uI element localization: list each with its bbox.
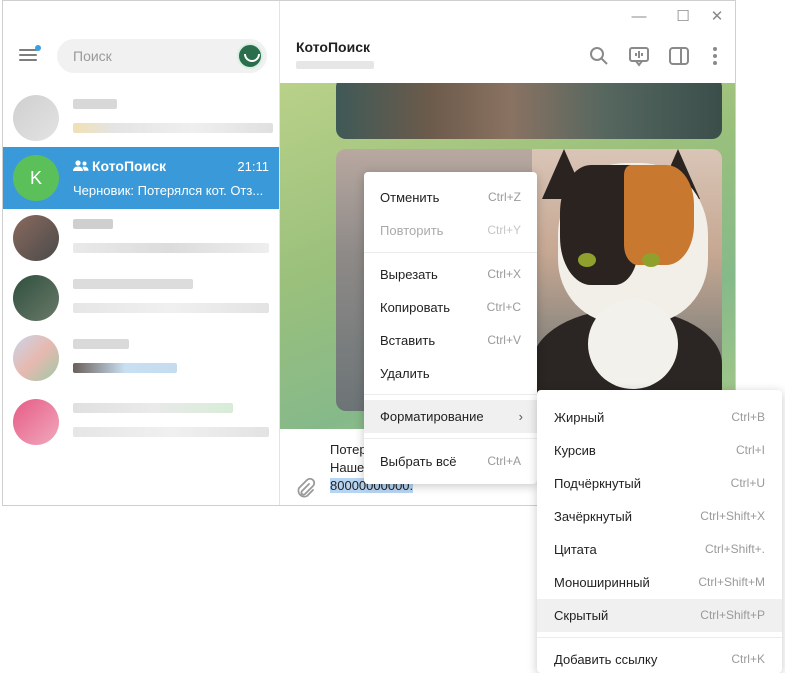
blurred-name <box>73 339 129 349</box>
menu-item-formatting[interactable]: Форматирование › <box>364 400 537 433</box>
menu-item-copy[interactable]: Копировать Ctrl+C <box>364 291 537 324</box>
maximize-button[interactable]: ☐ <box>673 7 693 27</box>
blurred-preview <box>73 303 269 313</box>
blurred-preview <box>73 427 269 437</box>
chat-time: 21:11 <box>237 159 269 174</box>
blurred-name <box>73 279 193 289</box>
format-underline[interactable]: Подчёркнутый Ctrl+U <box>537 467 782 500</box>
menu-item-undo[interactable]: Отменить Ctrl+Z <box>364 181 537 214</box>
chat-name: КотоПоиск <box>92 158 166 174</box>
close-button[interactable]: ✕ <box>707 7 727 27</box>
menu-separator <box>364 252 537 253</box>
menu-separator <box>364 394 537 395</box>
avatar <box>13 335 59 381</box>
search-input[interactable]: Поиск <box>57 39 267 73</box>
format-add-link[interactable]: Добавить ссылку Ctrl+K <box>537 643 782 673</box>
minimize-button[interactable]: — <box>629 7 649 27</box>
blurred-preview <box>73 363 177 373</box>
menu-item-cut[interactable]: Вырезать Ctrl+X <box>364 258 537 291</box>
chat-row[interactable] <box>3 267 279 329</box>
menu-item-select-all[interactable]: Выбрать всё Ctrl+A <box>364 445 537 478</box>
blurred-name <box>73 403 233 413</box>
format-strikethrough[interactable]: Зачёркнутый Ctrl+Shift+X <box>537 500 782 533</box>
blurred-preview <box>73 243 269 253</box>
format-italic[interactable]: Курсив Ctrl+I <box>537 434 782 467</box>
group-icon <box>73 160 89 171</box>
format-spoiler[interactable]: Скрытый Ctrl+Shift+P <box>537 599 782 632</box>
search-placeholder: Поиск <box>73 48 112 64</box>
chat-row[interactable] <box>3 391 279 453</box>
menu-item-paste[interactable]: Вставить Ctrl+V <box>364 324 537 357</box>
format-monospace[interactable]: Моноширинный Ctrl+Shift+M <box>537 566 782 599</box>
avatar <box>13 399 59 445</box>
menu-separator <box>537 637 782 638</box>
blurred-preview <box>73 123 273 133</box>
chevron-right-icon: › <box>518 409 523 424</box>
attach-icon[interactable] <box>294 477 316 499</box>
format-quote[interactable]: Цитата Ctrl+Shift+. <box>537 533 782 566</box>
cat-fur-patch <box>624 165 694 265</box>
chat-row[interactable] <box>3 87 279 149</box>
blurred-name <box>73 99 117 109</box>
sidebar-toggle-icon[interactable] <box>668 45 690 67</box>
chat-row-kotopoisk[interactable]: K КотоПоиск 21:11 Черновик: Потерялся ко… <box>3 147 279 209</box>
more-options-icon[interactable] <box>704 45 726 67</box>
chat-subtitle-blurred <box>296 61 374 69</box>
search-account-avatar[interactable] <box>237 43 263 69</box>
chat-title: КотоПоиск <box>296 39 370 55</box>
chat-row[interactable] <box>3 327 279 389</box>
context-menu: Отменить Ctrl+Z Повторить Ctrl+Y Вырезать C… <box>364 172 537 484</box>
menu-item-redo[interactable]: Повторить Ctrl+Y <box>364 214 537 247</box>
chat-preview: Черновик: Потерялся кот. Отз... <box>73 183 264 198</box>
format-bold[interactable]: Жирный Ctrl+B <box>537 401 782 434</box>
search-icon[interactable] <box>588 45 610 67</box>
avatar <box>13 95 59 141</box>
avatar: K <box>13 155 59 201</box>
voice-chat-icon[interactable] <box>628 45 650 67</box>
chat-header: КотоПоиск <box>280 29 735 83</box>
photo-message[interactable] <box>336 83 722 139</box>
chat-row[interactable] <box>3 207 279 269</box>
cat-eye <box>642 253 660 267</box>
menu-item-delete[interactable]: Удалить <box>364 357 537 390</box>
notification-dot <box>35 45 41 51</box>
avatar <box>13 215 59 261</box>
cat-eye <box>578 253 596 267</box>
formatting-submenu: Жирный Ctrl+B Курсив Ctrl+I Подчёркнутый Ct… <box>537 390 782 673</box>
blurred-name <box>73 219 113 229</box>
sidebar: Поиск K КотоПоиск 21:11 Черновик: Потеря… <box>3 1 280 505</box>
menu-separator <box>364 438 537 439</box>
avatar <box>13 275 59 321</box>
cat-chest <box>588 299 678 389</box>
